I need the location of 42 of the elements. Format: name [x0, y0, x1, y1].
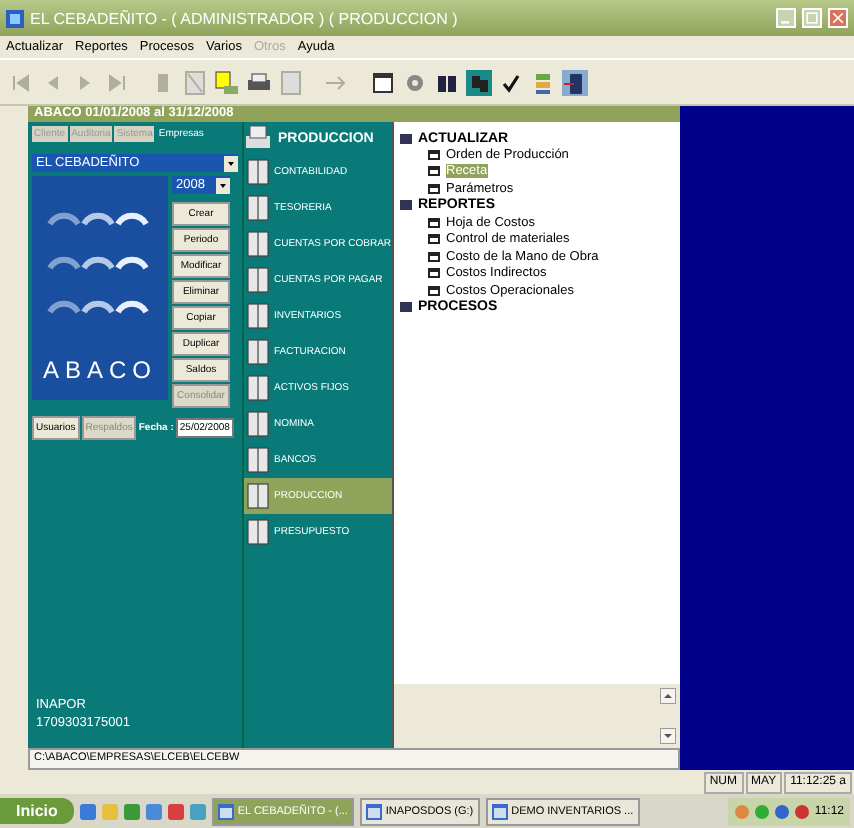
- book-icon: [244, 446, 272, 474]
- book-icon: [244, 230, 272, 258]
- folder-box-icon: [400, 302, 412, 313]
- exit-door-icon[interactable]: [562, 69, 588, 95]
- book-icon: [244, 338, 272, 366]
- close-button[interactable]: [828, 8, 848, 28]
- book-icon: [244, 482, 272, 510]
- window-icon: [428, 217, 440, 228]
- logo-text: ABACO: [42, 356, 157, 384]
- book-icon: [244, 302, 272, 330]
- window-icon: [491, 803, 508, 819]
- scroll-down-icon[interactable]: [660, 728, 676, 744]
- book-icon: [244, 518, 272, 546]
- window-icon: [428, 234, 440, 245]
- window-icon: [217, 803, 234, 819]
- folder-box-icon: [400, 200, 412, 211]
- maximize-button[interactable]: [802, 8, 822, 28]
- stack-icon[interactable]: [530, 69, 556, 95]
- book-icon: [244, 410, 272, 438]
- book-icon: [244, 266, 272, 294]
- last-record-icon[interactable]: [104, 69, 130, 95]
- book-icon: [244, 374, 272, 402]
- window-icon: [428, 166, 440, 177]
- book-icon: [244, 194, 272, 222]
- window-title: EL CEBADEÑITO - ( ADMINISTRADOR ) ( PRODUCCION ): [30, 9, 460, 27]
- window-icon: [428, 268, 440, 279]
- window-icon: [428, 285, 440, 296]
- first-record-icon[interactable]: [8, 69, 34, 95]
- window-icon: [428, 183, 440, 194]
- window-icon: [365, 803, 382, 819]
- cross-document-icon[interactable]: [182, 69, 208, 95]
- calendar-icon[interactable]: [370, 69, 396, 95]
- checkmark-icon[interactable]: [498, 69, 524, 95]
- book-icon: [244, 158, 272, 186]
- printer-icon: [244, 124, 272, 152]
- printer-icon[interactable]: [246, 69, 272, 95]
- minimize-button[interactable]: [776, 8, 796, 28]
- scroll-up-icon[interactable]: [660, 688, 676, 704]
- app-icon: [6, 9, 24, 27]
- window-icon: [428, 149, 440, 160]
- folder-box-icon: [400, 133, 412, 143]
- window-icon: [428, 251, 440, 262]
